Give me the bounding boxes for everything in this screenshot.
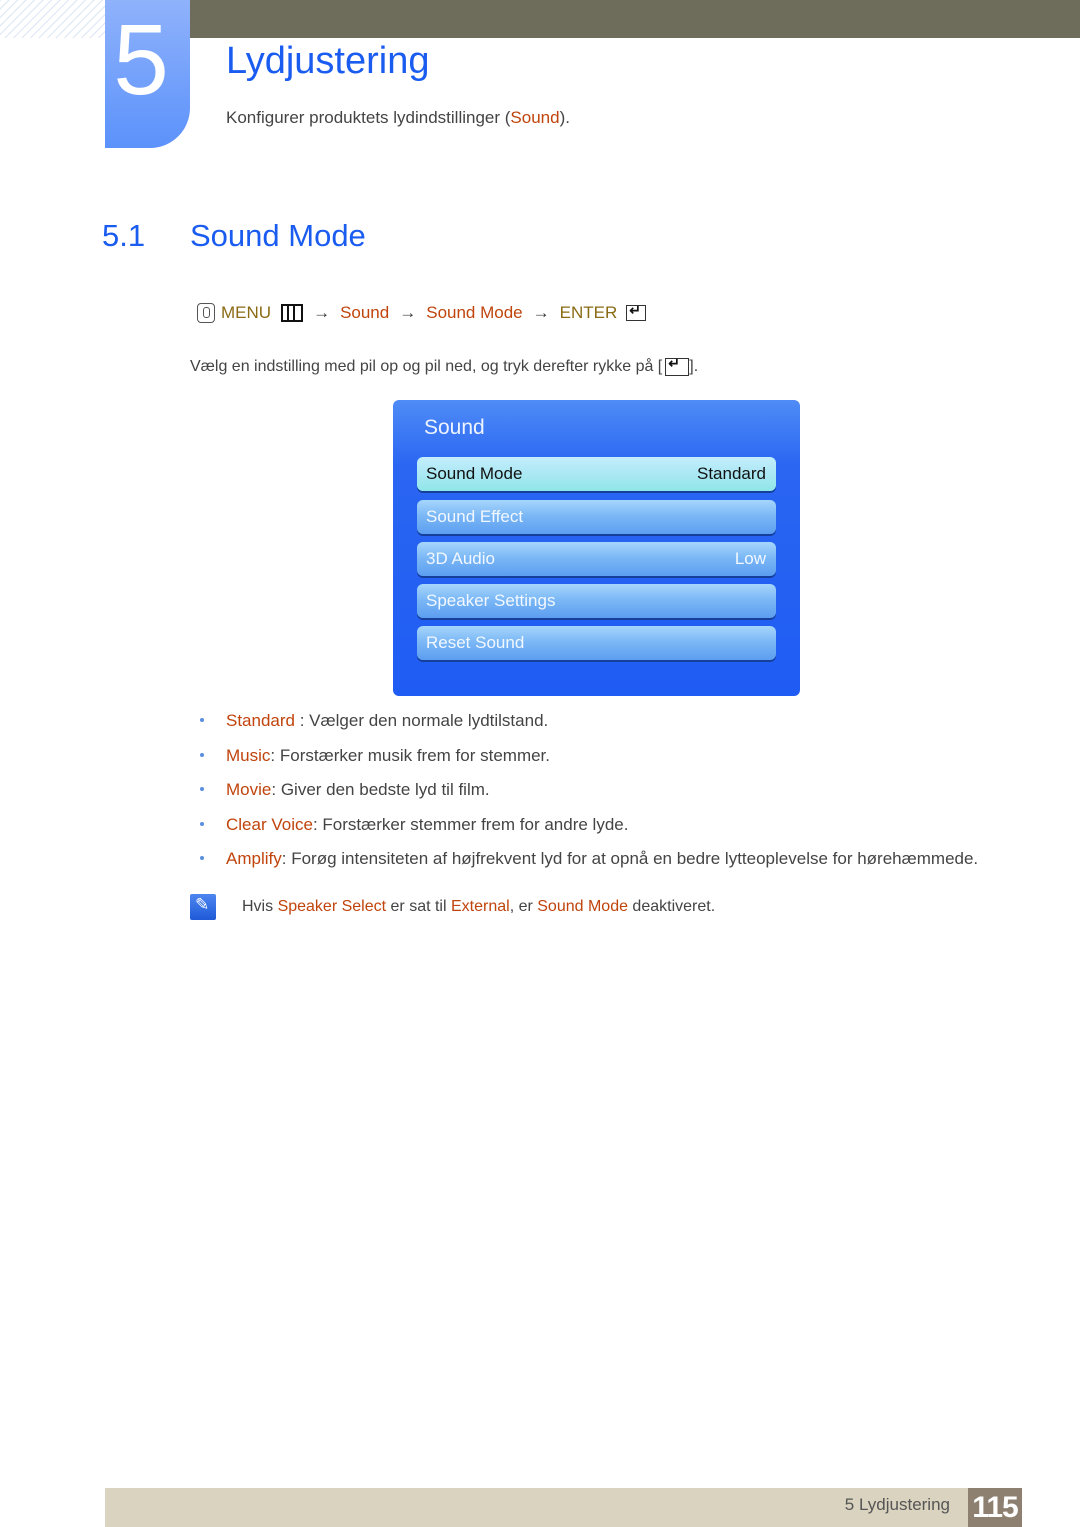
- note: Hvis Speaker Select er sat til External,…: [190, 894, 715, 920]
- option-term: Amplify: [226, 849, 282, 868]
- note-pencil-icon: [190, 894, 216, 920]
- bullet-icon: [200, 752, 204, 757]
- separator: :: [312, 814, 323, 834]
- enter-icon: [665, 355, 690, 376]
- separator: :: [295, 711, 310, 730]
- note-highlight: Speaker Select: [277, 898, 387, 915]
- option-desc: Giver den bedste lyd til film.: [280, 780, 490, 799]
- note-text: , er: [509, 898, 538, 915]
- bullet-icon: [200, 718, 204, 722]
- section-number: 5.1: [102, 218, 146, 253]
- arrow-icon: →: [532, 303, 550, 322]
- osd-title: Sound: [424, 416, 485, 439]
- chapter-title: Lydjustering: [226, 40, 430, 82]
- page-number: 115: [968, 1488, 1022, 1527]
- osd-item-reset-sound[interactable]: Reset Sound: [417, 626, 776, 660]
- osd-item-label: Reset Sound: [426, 633, 525, 652]
- subtitle-suffix: ).: [559, 108, 570, 127]
- option-term: Movie: [226, 780, 272, 799]
- osd-item-label: Speaker Settings: [426, 591, 556, 610]
- arrow-icon: →: [399, 303, 417, 322]
- osd-item-value: Standard: [697, 464, 766, 483]
- note-highlight: External: [450, 898, 510, 915]
- path-step-sound-mode: Sound Mode: [426, 303, 523, 322]
- separator: :: [271, 780, 281, 799]
- separator: :: [281, 849, 292, 868]
- option-desc: Vælger den normale lydtilstand.: [309, 711, 549, 730]
- option-desc: Forstærker musik frem for stemmer.: [279, 745, 550, 765]
- instruction-suffix: ].: [689, 358, 699, 376]
- bullet-icon: [200, 856, 204, 860]
- section-title: Sound Mode: [190, 218, 366, 253]
- option-term: Music: [226, 745, 271, 765]
- osd-item-sound-effect[interactable]: Sound Effect: [417, 500, 776, 534]
- instruction-text: Vælg en indstilling med pil op og pil ne…: [190, 355, 699, 376]
- option-desc: Forstærker stemmer frem for andre lyde.: [322, 814, 629, 834]
- list-item: Standard : Vælger den normale lydtilstan…: [196, 711, 978, 746]
- list-item: Movie: Giver den bedste lyd til film.: [196, 780, 978, 815]
- note-text: deaktiveret.: [627, 898, 716, 915]
- note-text: Hvis: [242, 898, 278, 915]
- enter-icon: [626, 302, 647, 321]
- list-item: Amplify: Forøg intensiteten af højfrekve…: [196, 849, 978, 884]
- separator: :: [270, 745, 280, 765]
- osd-item-label: Sound Mode: [426, 464, 523, 483]
- subtitle-text: Konfigurer produktets lydindstillinger (: [226, 108, 511, 127]
- instruction-body: Vælg en indstilling med pil op og pil ne…: [190, 358, 663, 376]
- osd-item-label: Sound Effect: [426, 507, 524, 526]
- option-term: Clear Voice: [226, 814, 313, 834]
- chapter-tab: 5: [105, 0, 190, 148]
- chapter-number: 5: [113, 4, 169, 116]
- note-highlight: Sound Mode: [537, 898, 628, 915]
- chapter-subtitle: Konfigurer produktets lydindstillinger (…: [226, 108, 570, 128]
- list-item: Music: Forstærker musik frem for stemmer…: [196, 746, 978, 781]
- corner-hatch-decoration: [0, 0, 105, 38]
- path-step-sound: Sound: [340, 303, 390, 322]
- list-item: Clear Voice: Forstærker stemmer frem for…: [196, 815, 978, 850]
- menu-label: MENU: [221, 303, 272, 322]
- menu-path: MENU → Sound → Sound Mode → ENTER: [197, 302, 647, 323]
- bullet-icon: [200, 821, 204, 826]
- header-bar: [190, 0, 1080, 38]
- menu-icon: [281, 304, 304, 322]
- note-text: er sat til: [386, 898, 451, 915]
- osd-item-3d-audio[interactable]: 3D Audio Low: [417, 542, 776, 576]
- osd-item-sound-mode[interactable]: Sound Mode Standard: [417, 457, 776, 491]
- subtitle-highlight: Sound: [510, 108, 560, 127]
- option-desc: Forøg intensiteten af højfrekvent lyd fo…: [291, 849, 979, 868]
- bullet-icon: [200, 787, 204, 791]
- sound-mode-options-list: Standard : Vælger den normale lydtilstan…: [196, 711, 978, 884]
- osd-item-value: Low: [734, 549, 766, 568]
- touch-hand-icon: [197, 303, 215, 323]
- osd-item-label: 3D Audio: [426, 549, 495, 568]
- sound-osd-menu: Sound Sound Mode Standard Sound Effect 3…: [393, 400, 800, 696]
- enter-label: ENTER: [559, 303, 618, 322]
- arrow-icon: →: [313, 303, 331, 322]
- option-term: Standard: [226, 711, 295, 730]
- page-footer: 5 Lydjustering 115: [105, 1488, 1022, 1527]
- osd-item-speaker-settings[interactable]: Speaker Settings: [417, 584, 776, 618]
- footer-chapter-label: 5 Lydjustering: [844, 1495, 950, 1514]
